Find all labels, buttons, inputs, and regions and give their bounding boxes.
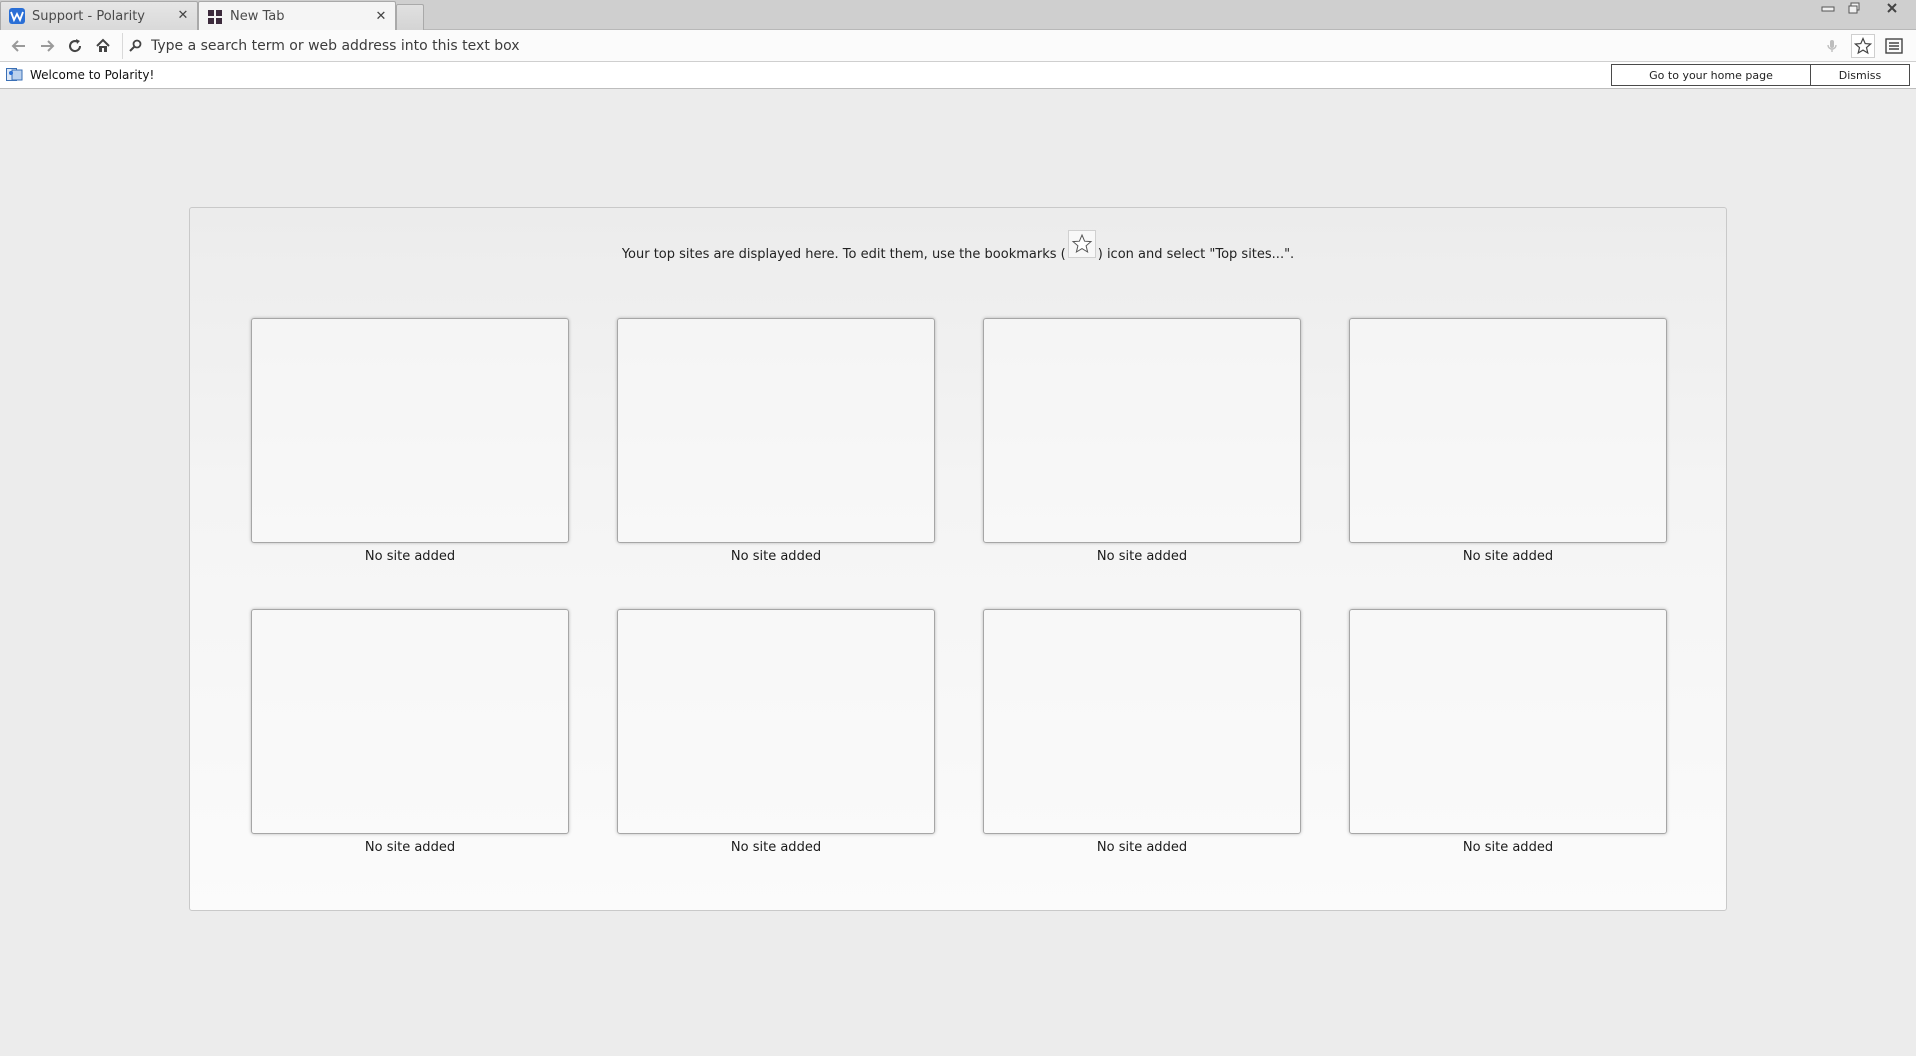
tab-support-polarity[interactable]: Support - Polarity ✕	[0, 1, 198, 30]
intro-text-start: Your top sites are displayed here. To ed…	[621, 247, 1066, 262]
bookmark-star-icon	[1067, 229, 1096, 258]
polarity-info-icon	[6, 67, 23, 83]
back-arrow-icon	[11, 40, 25, 52]
bookmarks-button[interactable]	[1851, 34, 1875, 58]
reload-icon	[69, 39, 82, 53]
notification-bar: Welcome to Polarity! Go to your home pag…	[0, 62, 1916, 89]
tile-caption: No site added	[364, 549, 456, 564]
tile-caption: No site added	[1096, 840, 1188, 855]
top-site-tile[interactable]	[983, 609, 1301, 834]
tab-label: New Tab	[230, 9, 285, 24]
top-site-tile[interactable]	[617, 318, 935, 543]
dismiss-button[interactable]: Dismiss	[1810, 64, 1910, 86]
search-icon	[123, 34, 147, 58]
top-site-tile[interactable]	[983, 318, 1301, 543]
minimize-window-icon[interactable]	[1816, 0, 1840, 16]
menu-button[interactable]	[1882, 34, 1906, 58]
top-site-tile[interactable]	[251, 318, 569, 543]
notification-text: Welcome to Polarity!	[30, 68, 155, 82]
home-icon	[96, 38, 110, 52]
navigation-bar	[0, 30, 1916, 62]
new-tab-button[interactable]	[396, 4, 424, 30]
back-button[interactable]	[7, 34, 31, 58]
close-window-icon[interactable]	[1880, 0, 1904, 16]
address-input[interactable]	[147, 34, 1832, 58]
forward-button[interactable]	[35, 34, 59, 58]
tile-caption: No site added	[1462, 549, 1554, 564]
restore-window-icon[interactable]	[1842, 0, 1866, 16]
close-tab-icon[interactable]: ✕	[375, 10, 387, 23]
top-sites-panel: Your top sites are displayed here. To ed…	[189, 207, 1727, 911]
microphone-button[interactable]	[1820, 34, 1844, 58]
top-site-tile[interactable]	[251, 609, 569, 834]
tile-caption: No site added	[730, 549, 822, 564]
microphone-icon	[1827, 40, 1837, 52]
url-bar	[122, 33, 1832, 59]
star-icon	[1854, 37, 1872, 55]
tab-new-tab[interactable]: New Tab ✕	[198, 1, 396, 31]
go-to-home-page-button[interactable]: Go to your home page	[1611, 64, 1811, 86]
top-site-tile[interactable]	[1349, 318, 1667, 543]
intro-text-end: ) icon and select "Top sites...".	[1097, 247, 1295, 262]
top-site-tile[interactable]	[617, 609, 935, 834]
forward-arrow-icon	[41, 40, 55, 52]
top-site-tile[interactable]	[1349, 609, 1667, 834]
top-sites-intro: Your top sites are displayed here. To ed…	[190, 229, 1726, 262]
tab-label: Support - Polarity	[32, 8, 146, 24]
grid-icon	[207, 9, 223, 25]
menu-icon	[1885, 38, 1903, 54]
close-tab-icon[interactable]: ✕	[177, 9, 189, 22]
tile-caption: No site added	[1096, 549, 1188, 564]
tile-caption: No site added	[730, 840, 822, 855]
home-button[interactable]	[91, 34, 115, 58]
reload-button[interactable]	[63, 34, 87, 58]
tile-caption: No site added	[1462, 840, 1554, 855]
tile-caption: No site added	[364, 840, 456, 855]
tab-strip: Support - Polarity ✕ New Tab ✕	[0, 0, 1916, 31]
w-logo-icon	[9, 8, 25, 24]
